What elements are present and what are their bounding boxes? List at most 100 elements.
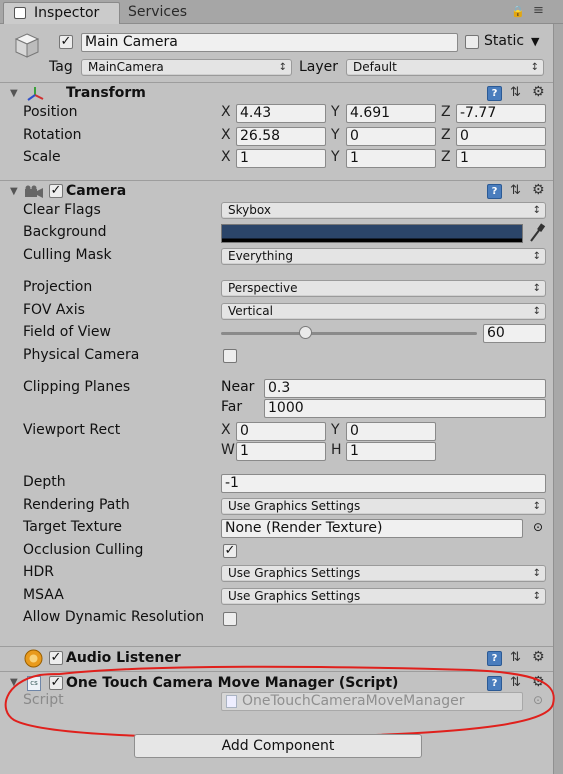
occlusion-culling-label: Occlusion Culling <box>23 542 144 558</box>
eyedropper-icon[interactable] <box>528 223 546 247</box>
position-z-field[interactable]: -7.77 <box>456 104 546 123</box>
viewport-h-label[interactable]: H <box>331 442 342 458</box>
rendering-path-dropdown[interactable]: Use Graphics Settings <box>221 498 546 515</box>
script-component-header[interactable]: ▼ cs One Touch Camera Move Manager (Scri… <box>0 671 553 693</box>
audio-listener-checkbox[interactable] <box>49 651 63 665</box>
clipping-planes-label: Clipping Planes <box>23 379 131 395</box>
clear-flags-dropdown[interactable]: Skybox <box>221 202 546 219</box>
rotation-z-axis[interactable]: Z <box>441 127 451 143</box>
preset-icon[interactable]: ⇅ <box>510 184 525 199</box>
tag-dropdown[interactable]: MainCamera <box>81 59 292 76</box>
occlusion-culling-checkbox[interactable] <box>223 544 237 558</box>
scrollbar[interactable] <box>553 24 563 774</box>
script-label: Script <box>23 692 64 708</box>
depth-field[interactable]: -1 <box>221 474 546 493</box>
scale-x-axis[interactable]: X <box>221 149 231 165</box>
preset-icon[interactable]: ⇅ <box>510 86 525 101</box>
menu-icon[interactable]: ≡ <box>533 3 544 18</box>
lock-icon[interactable]: 🔒 <box>511 5 525 18</box>
camera-icon <box>24 185 44 203</box>
position-y-axis[interactable]: Y <box>331 104 340 120</box>
clear-flags-label: Clear Flags <box>23 202 101 218</box>
viewport-x-field[interactable]: 0 <box>236 422 326 441</box>
viewport-w-label[interactable]: W <box>221 442 235 458</box>
scale-y-axis[interactable]: Y <box>331 149 340 165</box>
position-z-axis[interactable]: Z <box>441 104 451 120</box>
viewport-y-label[interactable]: Y <box>331 422 340 438</box>
foldout-arrow-icon[interactable]: ▼ <box>10 88 18 99</box>
scale-z-field[interactable]: 1 <box>456 149 546 168</box>
near-field[interactable]: 0.3 <box>264 379 546 398</box>
gear-icon[interactable]: ⚙ <box>532 183 547 198</box>
tab-services[interactable]: Services <box>128 2 187 24</box>
physical-camera-checkbox[interactable] <box>223 349 237 363</box>
scale-y-field[interactable]: 1 <box>346 149 436 168</box>
projection-dropdown[interactable]: Perspective <box>221 280 546 297</box>
gear-icon[interactable]: ⚙ <box>532 675 547 690</box>
gameobject-name-field[interactable]: Main Camera <box>81 33 458 52</box>
background-color-swatch[interactable] <box>221 224 523 243</box>
rotation-z-field[interactable]: 0 <box>456 127 546 146</box>
layer-dropdown[interactable]: Default <box>346 59 544 76</box>
object-picker-icon[interactable]: ⊙ <box>533 520 543 534</box>
static-checkbox[interactable] <box>465 35 479 49</box>
rotation-x-axis[interactable]: X <box>221 127 231 143</box>
transform-header[interactable]: ▼ Transform ? ⇅ ⚙ <box>0 82 553 104</box>
scale-z-axis[interactable]: Z <box>441 149 451 165</box>
fov-slider-track[interactable] <box>221 332 477 335</box>
rotation-y-axis[interactable]: Y <box>331 127 340 143</box>
fov-slider-thumb[interactable] <box>299 326 313 339</box>
culling-mask-dropdown[interactable]: Everything <box>221 248 546 265</box>
audio-listener-icon <box>24 649 43 672</box>
foldout-arrow-icon[interactable]: ▼ <box>10 186 18 197</box>
viewport-w-field[interactable]: 1 <box>236 442 326 461</box>
rotation-x-field[interactable]: 26.58 <box>236 127 326 146</box>
viewport-h-field[interactable]: 1 <box>346 442 436 461</box>
camera-enabled-checkbox[interactable] <box>49 184 63 198</box>
object-picker-icon[interactable]: ⊙ <box>533 693 543 707</box>
help-icon[interactable]: ? <box>487 184 502 199</box>
position-y-field[interactable]: 4.691 <box>346 104 436 123</box>
tab-services-label: Services <box>128 4 188 20</box>
dynamic-resolution-label: Allow Dynamic Resolution <box>23 609 205 625</box>
rotation-y-field[interactable]: 0 <box>346 127 436 146</box>
script-component-title: One Touch Camera Move Manager (Script) <box>66 675 399 691</box>
target-texture-field[interactable]: None (Render Texture) <box>221 519 523 538</box>
position-x-axis[interactable]: X <box>221 104 231 120</box>
fov-field[interactable]: 60 <box>483 324 546 343</box>
fov-axis-label: FOV Axis <box>23 302 85 318</box>
scale-label: Scale <box>23 149 61 165</box>
scale-x-field[interactable]: 1 <box>236 149 326 168</box>
gameobject-active-checkbox[interactable] <box>59 35 73 49</box>
msaa-dropdown[interactable]: Use Graphics Settings <box>221 588 546 605</box>
position-x-field[interactable]: 4.43 <box>236 104 326 123</box>
preset-icon[interactable]: ⇅ <box>510 651 525 666</box>
tab-inspector[interactable]: Inspector <box>3 2 120 24</box>
foldout-arrow-icon[interactable]: ▼ <box>10 677 18 688</box>
preset-icon[interactable]: ⇅ <box>510 676 525 691</box>
transform-title: Transform <box>66 85 146 101</box>
projection-label: Projection <box>23 279 93 295</box>
viewport-x-label[interactable]: X <box>221 422 231 438</box>
background-label: Background <box>23 224 107 240</box>
gameobject-icon <box>13 31 41 59</box>
audio-listener-header[interactable]: Audio Listener ? ⇅ ⚙ <box>0 646 553 668</box>
far-field[interactable]: 1000 <box>264 399 546 418</box>
gear-icon[interactable]: ⚙ <box>532 85 547 100</box>
viewport-y-field[interactable]: 0 <box>346 422 436 441</box>
gear-icon[interactable]: ⚙ <box>532 650 547 665</box>
add-component-button[interactable]: Add Component <box>134 734 422 758</box>
static-dropdown-icon[interactable]: ▼ <box>531 35 539 48</box>
script-field[interactable]: OneTouchCameraMoveManager <box>221 692 523 711</box>
fov-axis-dropdown[interactable]: Vertical <box>221 303 546 320</box>
dynamic-resolution-checkbox[interactable] <box>223 612 237 626</box>
position-label: Position <box>23 104 78 120</box>
help-icon[interactable]: ? <box>487 651 502 666</box>
help-icon[interactable]: ? <box>487 676 502 691</box>
script-enabled-checkbox[interactable] <box>49 676 63 690</box>
camera-header[interactable]: ▼ Camera ? ⇅ ⚙ <box>0 180 553 202</box>
transform-icon <box>27 86 45 106</box>
help-icon[interactable]: ? <box>487 86 502 101</box>
culling-mask-label: Culling Mask <box>23 247 112 263</box>
hdr-dropdown[interactable]: Use Graphics Settings <box>221 565 546 582</box>
